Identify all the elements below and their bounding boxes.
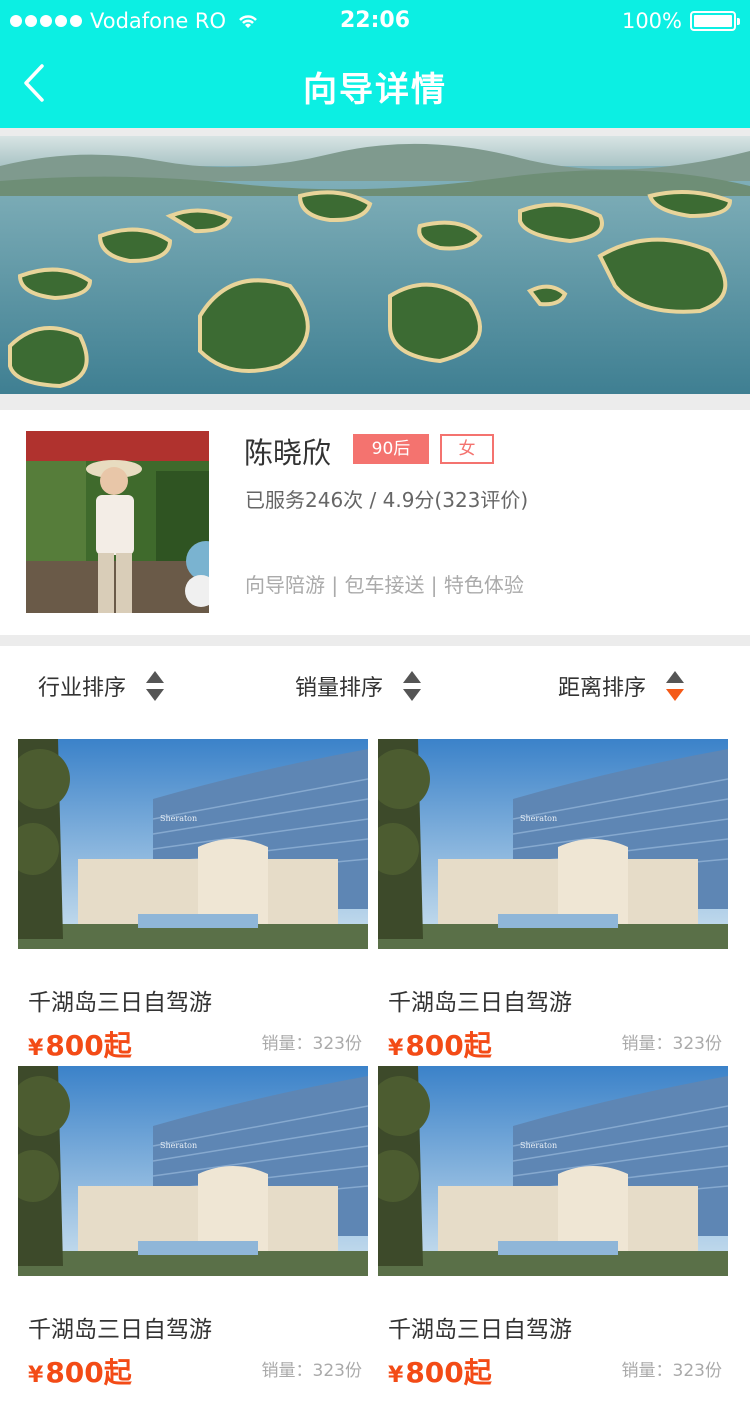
- currency-symbol: ¥: [388, 1363, 404, 1388]
- sort-distance-button[interactable]: 距离排序: [558, 646, 686, 726]
- product-price: ¥800起: [388, 1351, 492, 1391]
- status-bar: Vodafone RO 22:06 100%: [0, 0, 750, 42]
- hotel-sign: Sheraton: [520, 1141, 557, 1150]
- hotel-sign: Sheraton: [160, 1141, 197, 1150]
- product-price: ¥800起: [28, 1024, 132, 1064]
- currency-symbol: ¥: [28, 1363, 44, 1388]
- product-sales: 销量：323份: [621, 1361, 722, 1381]
- age-tag: 90后: [353, 434, 429, 464]
- sort-arrows-icon: [666, 671, 685, 701]
- sort-industry-button[interactable]: 行业排序: [38, 646, 166, 726]
- hotel-image: Sheraton: [18, 1066, 368, 1276]
- sort-label: 行业排序: [38, 676, 127, 701]
- battery-percent: 100%: [621, 9, 682, 33]
- lake-islands-image: [0, 136, 750, 394]
- sort-bar: 行业排序 销量排序 距离排序: [0, 646, 750, 726]
- product-title: 千湖岛三日自驾游: [28, 1317, 212, 1343]
- guide-name: 陈晓欣: [244, 436, 332, 470]
- price-value: 800起: [405, 1356, 492, 1389]
- top-bar: Vodafone RO 22:06 100% 向导详情: [0, 0, 750, 128]
- avatar[interactable]: [26, 431, 209, 613]
- product-image: Sheraton: [378, 739, 728, 949]
- product-card[interactable]: Sheraton 千湖岛三日自驾游 ¥800起 销量：323份: [18, 739, 368, 1062]
- hotel-sign: Sheraton: [160, 814, 197, 823]
- gender-tag: 女: [440, 434, 494, 464]
- status-right: 100%: [621, 9, 740, 33]
- hotel-sign: Sheraton: [520, 814, 557, 823]
- product-image: Sheraton: [18, 739, 368, 949]
- product-price: ¥800起: [388, 1024, 492, 1064]
- product-card[interactable]: Sheraton 千湖岛三日自驾游 ¥800起 销量：323份: [378, 739, 728, 1062]
- product-sales: 销量：323份: [261, 1034, 362, 1054]
- product-card[interactable]: Sheraton 千湖岛三日自驾游 ¥800起 销量：323份: [378, 1066, 728, 1389]
- price-value: 800起: [45, 1356, 132, 1389]
- product-sales: 销量：323份: [621, 1034, 722, 1054]
- product-image: Sheraton: [18, 1066, 368, 1276]
- product-title: 千湖岛三日自驾游: [28, 990, 212, 1016]
- sort-arrows-icon: [403, 671, 422, 701]
- sort-label: 销量排序: [295, 676, 384, 701]
- guide-profile-card: 陈晓欣 90后 女 已服务246次 / 4.9分(323评价) 向导陪游 | 包…: [0, 410, 750, 635]
- product-title: 千湖岛三日自驾游: [388, 1317, 572, 1343]
- banner-image[interactable]: [0, 136, 750, 394]
- guide-stats: 已服务246次 / 4.9分(323评价): [245, 488, 529, 512]
- hotel-image: Sheraton: [378, 1066, 728, 1276]
- product-grid: Sheraton 千湖岛三日自驾游 ¥800起 销量：323份 Sheraton…: [0, 726, 750, 1407]
- product-card[interactable]: Sheraton 千湖岛三日自驾游 ¥800起 销量：323份: [18, 1066, 368, 1389]
- product-image: Sheraton: [378, 1066, 728, 1276]
- page-title: 向导详情: [303, 70, 447, 110]
- guide-services: 向导陪游 | 包车接送 | 特色体验: [245, 573, 524, 597]
- sort-arrows-icon: [146, 671, 165, 701]
- price-value: 800起: [45, 1029, 132, 1062]
- product-price: ¥800起: [28, 1351, 132, 1391]
- product-sales: 销量：323份: [261, 1361, 362, 1381]
- hotel-image: Sheraton: [378, 739, 728, 949]
- hotel-image: Sheraton: [18, 739, 368, 949]
- nav-bar: 向导详情: [0, 42, 750, 128]
- product-title: 千湖岛三日自驾游: [388, 990, 572, 1016]
- sort-label: 距离排序: [558, 676, 647, 701]
- price-value: 800起: [405, 1029, 492, 1062]
- currency-symbol: ¥: [28, 1036, 44, 1061]
- guide-photo: [26, 431, 209, 613]
- sort-sales-button[interactable]: 销量排序: [295, 646, 423, 726]
- currency-symbol: ¥: [388, 1036, 404, 1061]
- battery-icon: [690, 11, 740, 31]
